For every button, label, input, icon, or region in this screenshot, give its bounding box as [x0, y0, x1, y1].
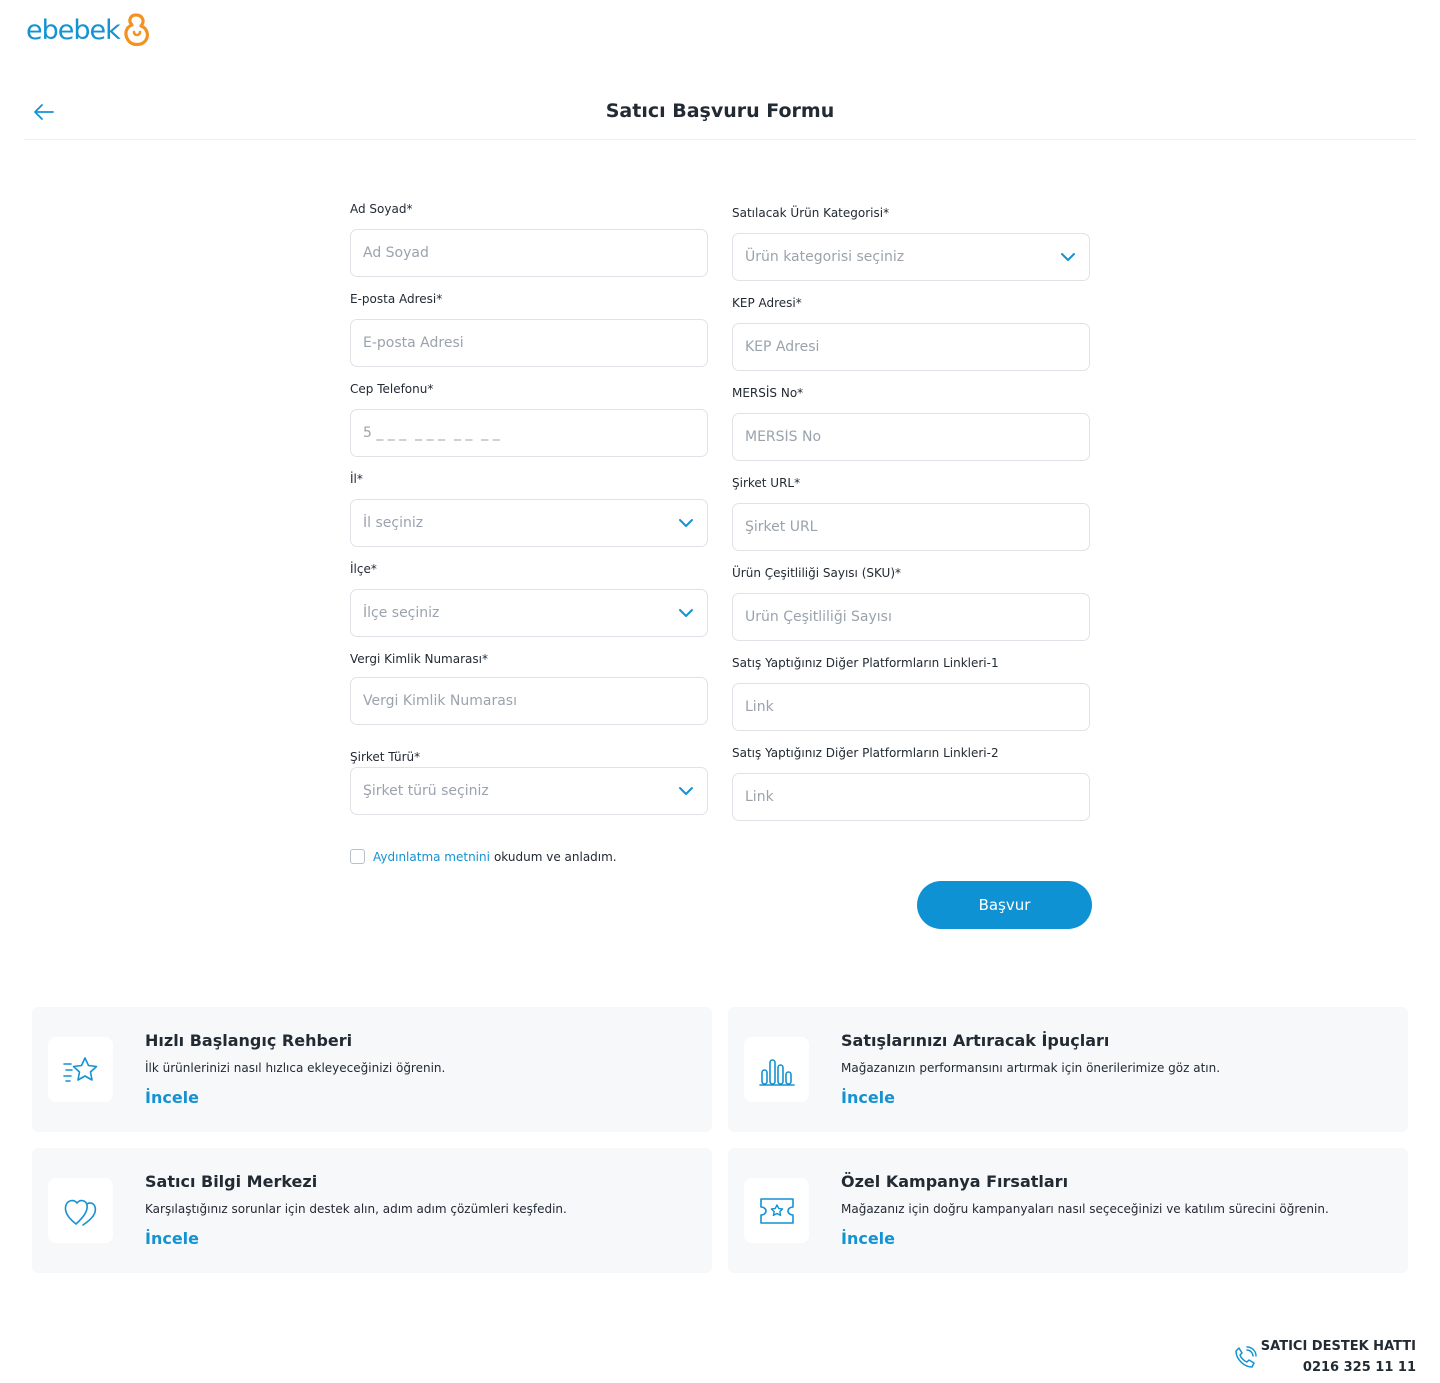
card-title: Özel Kampanya Fırsatları [841, 1172, 1069, 1191]
company-type-field: Şirket Türü* Şirket türü seçiniz [350, 748, 708, 838]
support-title: SATICI DESTEK HATTI [1260, 1339, 1416, 1354]
category-label: Satılacak Ürün Kategorisi* [732, 206, 890, 220]
mersis-label: MERSİS No* [732, 386, 804, 400]
kep-label: KEP Adresi* [732, 296, 802, 310]
sku-field: Ürün Çeşitliliği Sayısı (SKU)* [732, 564, 1090, 654]
card-review-link[interactable]: İncele [841, 1088, 895, 1107]
full-name-label: Ad Soyad* [350, 202, 413, 216]
tax-id-field: Vergi Kimlik Numarası* [350, 650, 708, 748]
card-icon-box [744, 1037, 809, 1102]
district-select-value: İlçe seçiniz [363, 605, 440, 621]
phone-field: Cep Telefonu* [350, 380, 708, 470]
link2-label: Satış Yaptığınız Diğer Platformların Lin… [732, 746, 999, 760]
company-type-select-value: Şirket türü seçiniz [363, 783, 489, 799]
full-name-field: Ad Soyad* [350, 200, 708, 290]
city-field: İl* İl seçiniz [350, 470, 708, 560]
city-select[interactable]: İl seçiniz [350, 499, 708, 547]
card-review-link[interactable]: İncele [145, 1088, 199, 1107]
support-phone-number[interactable]: 0216 325 11 11 [1261, 1357, 1416, 1378]
mersis-input[interactable] [732, 413, 1090, 461]
chevron-down-icon [679, 519, 693, 527]
info-card-campaigns: Özel Kampanya Fırsatları Mağazanız için … [728, 1148, 1408, 1273]
email-input[interactable] [350, 319, 708, 367]
card-icon-box [48, 1037, 113, 1102]
phone-input[interactable] [350, 409, 708, 457]
company-url-input[interactable] [732, 503, 1090, 551]
link1-field: Satış Yaptığınız Diğer Platformların Lin… [732, 654, 1090, 744]
brand-logo[interactable]: ebebek [26, 12, 150, 48]
chevron-down-icon [679, 787, 693, 795]
category-field: Satılacak Ürün Kategorisi* Ürün kategori… [732, 204, 1090, 294]
card-icon-box [744, 1178, 809, 1243]
email-label: E-posta Adresi* [350, 292, 443, 306]
card-description: Mağazanızın performansını artırmak için … [841, 1061, 1221, 1075]
consent-row: Aydınlatma metnini okudum ve anladım. [350, 849, 617, 864]
card-icon-box [48, 1178, 113, 1243]
card-review-link[interactable]: İncele [841, 1229, 895, 1248]
card-description: Mağazanız için doğru kampanyaları nasıl … [841, 1202, 1329, 1216]
info-card-quick-start: Hızlı Başlangıç Rehberi İlk ürünlerinizi… [32, 1007, 712, 1132]
link1-input[interactable] [732, 683, 1090, 731]
submit-button[interactable]: Başvur [917, 881, 1092, 929]
ticket-icon [759, 1197, 794, 1224]
card-title: Satıcı Bilgi Merkezi [145, 1172, 318, 1191]
link2-input[interactable] [732, 773, 1090, 821]
card-description: Karşılaştığınız sorunlar için destek alı… [145, 1202, 567, 1216]
consent-checkbox[interactable] [350, 849, 365, 864]
mersis-field: MERSİS No* [732, 384, 1090, 474]
info-card-sales-tips: Satışlarınızı Artıracak İpuçları Mağazan… [728, 1007, 1408, 1132]
chevron-down-icon [679, 609, 693, 617]
link2-field: Satış Yaptığınız Diğer Platformların Lin… [732, 744, 1090, 834]
district-field: İlçe* İlçe seçiniz [350, 560, 708, 650]
consent-text: okudum ve anladım. [493, 849, 617, 864]
company-url-label: Şirket URL* [732, 476, 801, 490]
form-right-column: Satılacak Ürün Kategorisi* Ürün kategori… [732, 204, 1090, 834]
category-select-value: Ürün kategorisi seçiniz [745, 249, 905, 265]
privacy-notice-link[interactable]: Aydınlatma metnini [373, 850, 490, 864]
company-type-select[interactable]: Şirket türü seçiniz [350, 767, 708, 815]
company-type-label: Şirket Türü* [350, 750, 421, 764]
bar-chart-icon [758, 1058, 795, 1086]
district-label: İlçe* [350, 562, 377, 576]
kep-input[interactable] [732, 323, 1090, 371]
tax-id-label: Vergi Kimlik Numarası* [350, 652, 488, 666]
card-title: Satışlarınızı Artıracak İpuçları [841, 1031, 1110, 1050]
page-title: Satıcı Başvuru Formu [605, 100, 835, 122]
email-field: E-posta Adresi* [350, 290, 708, 380]
brand-logo-text: ebebek [26, 14, 121, 46]
card-title: Hızlı Başlangıç Rehberi [145, 1031, 353, 1050]
kep-field: KEP Adresi* [732, 294, 1090, 384]
phone-icon[interactable] [1232, 1345, 1258, 1371]
district-select[interactable]: İlçe seçiniz [350, 589, 708, 637]
card-review-link[interactable]: İncele [145, 1229, 199, 1248]
brand-logo-mark [124, 13, 149, 47]
link1-label: Satış Yaptığınız Diğer Platformların Lin… [732, 656, 999, 670]
sku-input[interactable] [732, 593, 1090, 641]
company-url-field: Şirket URL* [732, 474, 1090, 564]
star-speed-icon [62, 1056, 97, 1082]
hearts-icon [64, 1199, 96, 1226]
sku-label: Ürün Çeşitliliği Sayısı (SKU)* [732, 566, 902, 580]
tax-id-input[interactable] [350, 677, 708, 725]
category-select[interactable]: Ürün kategorisi seçiniz [732, 233, 1090, 281]
city-label: İl* [350, 472, 363, 486]
page-header: Satıcı Başvuru Formu [24, 88, 1416, 140]
seller-support-line: SATICI DESTEK HATTI 0216 325 11 11 [1261, 1337, 1416, 1378]
phone-label: Cep Telefonu* [350, 382, 434, 396]
city-select-value: İl seçiniz [363, 515, 424, 531]
form-left-column: Ad Soyad* E-posta Adresi* Cep Telefonu* … [350, 200, 708, 838]
info-card-knowledge-center: Satıcı Bilgi Merkezi Karşılaştığınız sor… [32, 1148, 712, 1273]
chevron-down-icon [1061, 253, 1075, 261]
full-name-input[interactable] [350, 229, 708, 277]
card-description: İlk ürünlerinizi nasıl hızlıca ekleyeceğ… [145, 1061, 446, 1075]
